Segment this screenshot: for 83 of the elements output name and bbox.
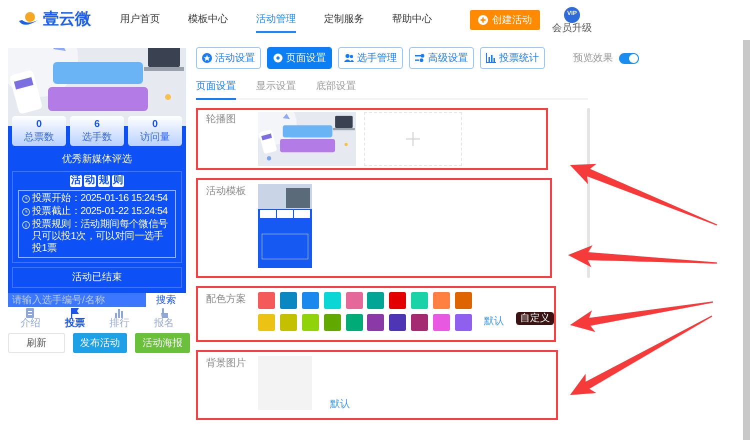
- color-swatch[interactable]: [346, 292, 363, 309]
- default-link[interactable]: 默认: [484, 314, 504, 329]
- action-button[interactable]: 发布活动: [72, 333, 128, 353]
- toolbar-tab[interactable]: 页面设置: [267, 47, 332, 69]
- rules-heading-char: 动: [84, 175, 96, 187]
- toolbar-tab[interactable]: 投票统计: [480, 47, 545, 69]
- bar-chart-icon: [114, 308, 124, 318]
- hand-icon: [158, 308, 169, 318]
- flag-icon: [70, 308, 80, 318]
- rule-text: 投票开始：2025-01-16 15:24:54: [32, 193, 168, 205]
- color-swatch[interactable]: [389, 292, 406, 309]
- sliders-icon: [415, 53, 425, 63]
- gear-icon: [273, 53, 283, 63]
- color-swatch[interactable]: [280, 314, 297, 331]
- bottom-tab[interactable]: 投票: [52, 307, 97, 329]
- color-swatch[interactable]: [324, 292, 341, 309]
- search-field[interactable]: 请输入选手编号/名称: [8, 293, 146, 307]
- toolbar-tab[interactable]: 活动设置: [196, 47, 261, 69]
- clock-icon: [22, 208, 30, 216]
- color-swatch[interactable]: [411, 292, 428, 309]
- rule-text: 投票截止：2025-01-22 15:24:54: [32, 206, 168, 218]
- nav-link[interactable]: 模板中心: [188, 8, 228, 32]
- bar-chart-icon: [486, 53, 496, 63]
- create-activity-button[interactable]: 创建活动: [470, 10, 540, 30]
- rule-text: 投票规则：活动期间每个微信号只可以投1次，可以对同一选手投1票: [32, 219, 169, 255]
- color-swatch[interactable]: [302, 292, 319, 309]
- stat-label: 选手数: [82, 131, 112, 144]
- sub-tab[interactable]: 页面设置: [196, 79, 236, 100]
- nav-link[interactable]: 帮助中心: [392, 8, 432, 32]
- action-button[interactable]: 刷新: [8, 333, 65, 353]
- clock-icon: [22, 195, 30, 203]
- color-swatch[interactable]: [302, 314, 319, 331]
- custom-button[interactable]: 自定义: [516, 312, 554, 325]
- sub-tab[interactable]: 底部设置: [316, 79, 356, 100]
- search-button[interactable]: 搜索: [146, 293, 186, 307]
- color-swatch[interactable]: [346, 314, 363, 331]
- nav-link[interactable]: 用户首页: [120, 8, 160, 32]
- rules-heading-char: 则: [112, 175, 124, 187]
- bottom-tab[interactable]: 介绍: [8, 307, 52, 329]
- preview-toggle[interactable]: [619, 52, 639, 64]
- section-label: 轮播图: [206, 112, 237, 127]
- sub-tab[interactable]: 显示设置: [256, 79, 296, 100]
- stat-value: 0: [152, 118, 158, 131]
- template-thumbnail[interactable]: [258, 184, 312, 276]
- color-swatch[interactable]: [455, 292, 472, 309]
- section-label: 活动模板: [206, 184, 247, 199]
- upgrade-label[interactable]: 会员升级: [552, 22, 592, 34]
- users-icon: [344, 53, 354, 63]
- color-swatch[interactable]: [389, 314, 406, 331]
- star-icon: [202, 53, 212, 63]
- bottom-tab[interactable]: 报名: [142, 307, 186, 329]
- default-link[interactable]: 默认: [330, 397, 350, 412]
- nav-link[interactable]: 活动管理: [256, 8, 296, 32]
- color-swatch[interactable]: [367, 314, 384, 331]
- activity-title: 优秀新媒体评选: [61, 152, 133, 167]
- toolbar-tab[interactable]: 高级设置: [409, 47, 474, 69]
- section-label: 配色方案: [206, 292, 247, 307]
- color-swatch[interactable]: [258, 292, 275, 309]
- nav-link[interactable]: 定制服务: [324, 8, 364, 32]
- bottom-tab[interactable]: 排行: [97, 307, 142, 329]
- color-swatch[interactable]: [324, 314, 341, 331]
- color-swatch[interactable]: [367, 292, 384, 309]
- stat-label: 访问量: [140, 131, 170, 144]
- toolbar-tab[interactable]: 选手管理: [338, 47, 403, 69]
- action-button[interactable]: 活动海报: [135, 333, 190, 353]
- status-bar: 活动已结束: [12, 267, 182, 288]
- preview-label: 预览效果: [573, 52, 613, 66]
- plus-icon: [406, 132, 420, 146]
- stat-value: 6: [94, 118, 100, 131]
- stat-label: 总票数: [24, 131, 54, 144]
- color-swatch[interactable]: [411, 314, 428, 331]
- rules-heading-char: 规: [98, 175, 110, 187]
- plus-circle-icon: [478, 15, 488, 25]
- rules-heading-char: 活: [70, 175, 82, 187]
- logo-text: 壹云微: [43, 10, 91, 30]
- color-swatch[interactable]: [433, 314, 450, 331]
- stat-value: 0: [36, 118, 42, 131]
- color-swatch[interactable]: [455, 314, 472, 331]
- info-icon: [22, 221, 30, 229]
- section-label: 背景图片: [206, 356, 247, 371]
- color-swatch[interactable]: [433, 292, 450, 309]
- color-swatch[interactable]: [258, 314, 275, 331]
- color-swatch[interactable]: [280, 292, 297, 309]
